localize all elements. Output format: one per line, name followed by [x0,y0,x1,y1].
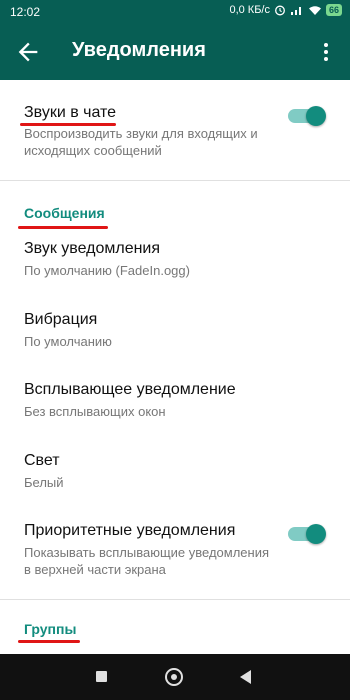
priority-notifications-toggle[interactable] [288,522,326,544]
square-icon[interactable] [96,671,107,682]
app-bar: Уведомления [0,24,350,80]
notification-sound-row[interactable]: Звук уведомления По умолчанию (FadeIn.og… [0,230,350,300]
light-value: Белый [24,475,64,490]
triangle-back-icon[interactable] [240,670,251,684]
divider [0,180,350,181]
chat-sounds-toggle[interactable] [288,104,326,126]
divider [0,599,350,600]
page-title: Уведомления [72,39,206,61]
notification-sound-title: Звук уведомления [24,240,161,257]
section-header-groups: Группы [24,621,77,637]
system-nav-bar [0,654,350,700]
light-title: Свет [24,452,60,469]
priority-notifications-row[interactable]: Приоритетные уведомления Показывать вспл… [0,510,350,600]
status-icons: 0,0 КБ/с 66 [229,4,342,16]
wifi-icon [308,6,321,15]
toggle-knob [306,106,326,126]
signal-4g-icon [290,7,301,15]
arrow-left-icon[interactable] [14,38,42,66]
status-bar: 12:02 0,0 КБ/с 66 [0,0,350,24]
light-row[interactable]: Свет Белый [0,440,350,510]
more-vert-icon[interactable] [314,40,338,64]
circle-icon[interactable] [165,668,183,686]
priority-notifications-title: Приоритетные уведомления [24,522,236,539]
popup-notification-row[interactable]: Всплывающее уведомление Без всплывающих … [0,370,350,440]
chat-sounds-row[interactable]: Звуки в чате Воспроизводить звуки для вх… [0,80,350,180]
status-time: 12:02 [10,5,41,19]
section-header-messages: Сообщения [24,205,105,221]
battery-indicator: 66 [325,4,342,16]
red-annotation-underline [18,640,80,643]
popup-notification-title: Всплывающее уведомление [24,381,236,398]
chat-sounds-subtitle: Воспроизводить звуки для входящих и исхо… [24,126,258,158]
priority-notifications-subtitle: Показывать всплывающие уведомления в вер… [24,545,270,577]
vibration-value: По умолчанию [24,334,112,349]
vibration-title: Вибрация [24,311,98,328]
chat-sounds-title: Звуки в чате [24,104,117,121]
notification-sound-value: По умолчанию (FadeIn.ogg) [24,263,190,278]
network-speed: 0,0 КБ/с [229,4,270,16]
toggle-knob [306,524,326,544]
red-annotation-underline [18,226,108,229]
alarm-icon [275,5,285,16]
popup-notification-value: Без всплывающих окон [24,404,166,419]
vibration-row[interactable]: Вибрация По умолчанию [0,300,350,370]
circle-inner [171,674,177,680]
